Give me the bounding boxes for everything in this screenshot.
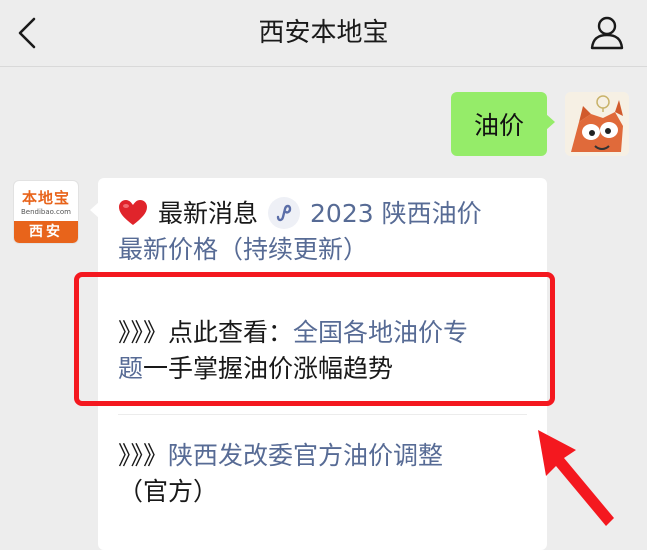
- highlight-frame: [74, 272, 555, 406]
- avatar-logo-text: 本地宝: [21, 189, 70, 207]
- item2-prefix: 》》》: [118, 441, 169, 470]
- news-line: 最新消息 2023 陕西油价最新价格（持续更新）: [118, 196, 533, 268]
- news-label: 最新消息: [158, 199, 259, 228]
- outgoing-message-text: 油价: [473, 111, 524, 140]
- avatar-city-label: 西安: [14, 221, 78, 243]
- page-title: 西安本地宝: [258, 18, 389, 48]
- divider: [118, 414, 527, 415]
- person-icon[interactable]: [589, 14, 625, 50]
- official-adjustment-link[interactable]: 陕西发改委官方油价调整: [168, 441, 443, 470]
- fox-avatar-icon: [565, 92, 629, 156]
- outgoing-message-bubble[interactable]: 油价: [451, 92, 555, 156]
- item2-suffix: （官方）: [118, 477, 219, 506]
- news-link-part2[interactable]: 最新价格（持续更新）: [118, 235, 368, 264]
- mini-program-icon: [268, 197, 301, 229]
- official-adjustment-line: 》》》陕西发改委官方油价调整 （官方）: [118, 438, 533, 510]
- avatar-logo-sub: Bendibao.com: [20, 208, 71, 216]
- heart-icon: [119, 200, 147, 225]
- header-bar: 西安本地宝: [0, 0, 647, 67]
- user-avatar[interactable]: [565, 92, 629, 156]
- bendibao-avatar[interactable]: 本地宝 Bendibao.com 西安: [13, 180, 79, 244]
- news-link-part1[interactable]: 2023 陕西油价: [310, 199, 482, 228]
- red-arrow-icon: [538, 430, 614, 526]
